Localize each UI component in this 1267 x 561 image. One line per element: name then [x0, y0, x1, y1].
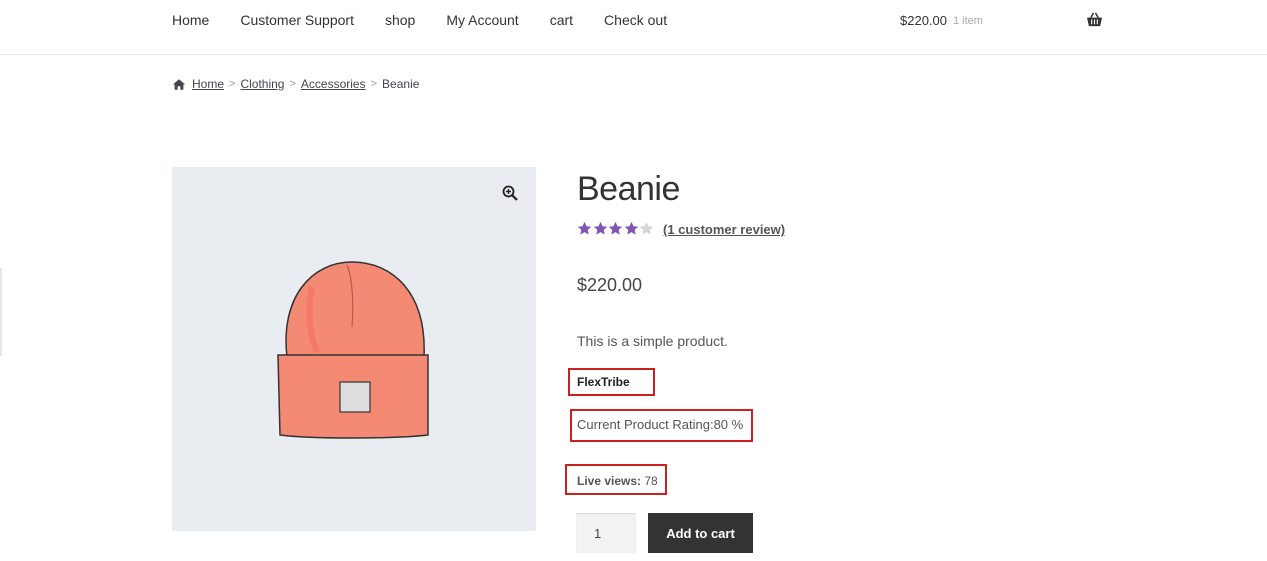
product-price: $220.00: [577, 275, 643, 295]
breadcrumb-clothing[interactable]: Clothing: [240, 77, 284, 91]
star-filled-icon: [608, 221, 623, 235]
breadcrumb-separator: >: [289, 78, 296, 90]
nav-shop[interactable]: shop: [385, 12, 415, 29]
product-brand: FlexTribe: [577, 375, 630, 389]
nav-my-account[interactable]: My Account: [446, 12, 518, 29]
live-views-label: Live views:: [577, 474, 642, 488]
star-filled-icon: [577, 221, 592, 235]
nav-cart[interactable]: cart: [550, 12, 573, 29]
beanie-image: [277, 261, 429, 439]
current-product-rating: Current Product Rating:80 %: [577, 417, 744, 432]
header-cart-total[interactable]: $220.00: [900, 12, 947, 29]
basket-icon[interactable]: [1086, 12, 1103, 27]
primary-nav: Home Customer Support shop My Account ca…: [172, 12, 698, 29]
breadcrumb-current: Beanie: [382, 77, 420, 91]
nav-customer-support[interactable]: Customer Support: [240, 12, 354, 29]
star-empty-icon: [639, 221, 654, 235]
nav-checkout[interactable]: Check out: [604, 12, 667, 29]
site-header: Home Customer Support shop My Account ca…: [0, 0, 1267, 55]
star-filled-icon: [624, 221, 638, 235]
home-icon: [172, 78, 186, 90]
breadcrumb-home[interactable]: Home: [192, 77, 224, 91]
left-edge-tab: [0, 268, 2, 356]
zoom-in-icon[interactable]: [502, 185, 518, 201]
star-rating: [577, 221, 655, 236]
product-gallery[interactable]: [172, 167, 536, 531]
header-cart-count[interactable]: 1 item: [953, 14, 983, 28]
breadcrumb-separator: >: [229, 78, 236, 90]
live-views: Live views: 78: [577, 474, 658, 488]
nav-home[interactable]: Home: [172, 12, 209, 29]
quantity-input[interactable]: [576, 513, 636, 553]
star-filled-icon: [593, 221, 607, 235]
add-to-cart-button[interactable]: Add to cart: [648, 513, 753, 553]
breadcrumb-accessories[interactable]: Accessories: [301, 77, 366, 91]
customer-review-link[interactable]: (1 customer review): [663, 222, 785, 237]
breadcrumb: Home > Clothing > Accessories > Beanie: [172, 77, 419, 91]
product-description: This is a simple product.: [577, 333, 728, 349]
live-views-value: 78: [644, 474, 658, 488]
product-title: Beanie: [577, 170, 680, 208]
breadcrumb-separator: >: [370, 78, 378, 90]
